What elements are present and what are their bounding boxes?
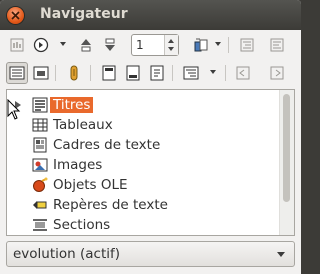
page-number-spinner[interactable]: 1 [131,34,179,56]
promote-chapter-button[interactable] [236,34,258,56]
navigator-window: Navigateur 1 Titres Tableaux Cadres de t… [0,0,301,274]
heading-levels-icon [183,66,199,80]
demote-level-button[interactable] [266,62,288,84]
next-object-button[interactable] [99,34,121,56]
ole-object-icon [33,177,48,192]
tree-item-images[interactable]: Images [7,155,277,175]
separator [228,37,229,53]
close-icon [11,11,20,20]
anchor-text-icon [150,65,164,81]
promote-level-button[interactable] [232,62,254,84]
spin-up-icon[interactable] [168,39,174,43]
tree-item-label: Sections [53,217,111,233]
bookmark-icon [33,201,47,209]
spin-down-icon[interactable] [168,47,174,51]
tree-item-label: Cadres de texte [53,137,161,153]
navigation-dropdown-arrow[interactable] [60,42,66,46]
separator [90,65,91,81]
separator [55,65,56,81]
header-icon [102,65,116,81]
window-icon [33,66,49,80]
tree-item-objets-ole[interactable]: Objets OLE [7,175,277,195]
anchor-button[interactable] [146,62,168,84]
paperclip-icon [70,65,78,81]
footer-button[interactable] [122,62,144,84]
navigation-icon [33,37,49,53]
tree-item-label: Repères de texte [53,197,168,213]
drag-mode-dropdown-arrow[interactable] [215,42,221,46]
toolbar-row-2 [0,60,301,88]
headings-icon [32,97,48,113]
close-button[interactable] [7,7,24,24]
tree-item-tableaux[interactable]: Tableaux [7,115,277,135]
demote-chapter-button[interactable] [266,34,288,56]
demote-chapter-icon [270,38,284,52]
text-frame-icon [33,137,47,153]
list-box-icon [9,66,25,80]
list-box-toggle-button[interactable] [30,62,52,84]
window-title: Navigateur [40,6,128,22]
tree-item-label: Tableaux [53,117,113,133]
scrollbar-thumb[interactable] [283,94,290,202]
chevron-down-icon[interactable] [277,252,285,257]
navigation-button[interactable] [30,34,52,56]
promote-level-icon [236,66,250,80]
drag-mode-button[interactable] [190,34,212,56]
reminder-button[interactable] [63,62,85,84]
page-number-value[interactable]: 1 [136,38,144,52]
document-select-value: evolution (actif) [13,246,121,262]
table-icon [32,118,48,132]
tree-item-cadres-de-texte[interactable]: Cadres de texte [7,135,277,155]
header-button[interactable] [98,62,120,84]
previous-object-button[interactable] [75,34,97,56]
title-bar[interactable]: Navigateur [0,0,301,30]
navigator-tree[interactable]: Titres Tableaux Cadres de texte Images O… [6,89,295,236]
hand-toggle-icon [10,38,24,52]
mouse-cursor-icon [7,99,21,120]
toggle-button[interactable] [6,34,28,56]
heading-levels-button[interactable] [180,62,202,84]
separator [172,65,173,81]
document-select[interactable]: evolution (actif) [6,241,295,267]
tree-item-titres[interactable]: Titres [7,95,277,115]
tree-item-label: Objets OLE [53,177,128,193]
previous-icon [81,39,91,52]
section-icon [33,219,47,231]
tree-item-sections[interactable]: Sections [7,215,277,235]
footer-icon [126,65,140,81]
demote-level-icon [270,66,284,80]
content-view-button[interactable] [6,62,28,84]
separator [225,65,226,81]
heading-levels-dropdown-arrow[interactable] [210,70,216,74]
tree-item-label: Titres [50,97,94,113]
drag-mode-icon [194,38,208,52]
tree-item-reperes-de-texte[interactable]: Repères de texte [7,195,277,215]
tree-item-label: Images [53,157,103,173]
next-icon [105,38,115,51]
vertical-scrollbar[interactable] [279,90,294,235]
promote-chapter-icon [240,38,254,52]
toolbar-row-1: 1 [0,32,301,60]
image-icon [32,158,48,172]
spin-buttons[interactable] [164,35,178,55]
